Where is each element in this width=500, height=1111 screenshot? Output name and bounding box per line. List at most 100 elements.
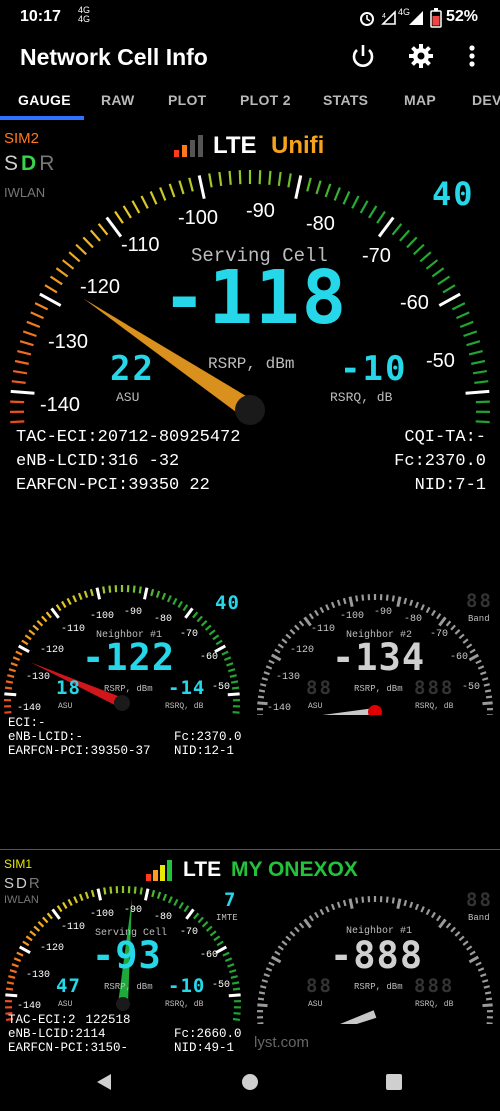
gauge-tick	[477, 665, 485, 670]
gauge-tick	[208, 173, 213, 188]
gauge-tick	[68, 251, 81, 263]
more-vert-icon[interactable]	[464, 42, 480, 70]
gauge-tick	[265, 665, 273, 670]
gauge-tick	[325, 604, 330, 611]
gauge-tick	[469, 648, 476, 654]
tab-plot[interactable]: PLOT	[168, 92, 207, 108]
battery-percent: 52%	[446, 8, 479, 25]
gauge-tick	[5, 993, 18, 998]
gauge-tick	[90, 889, 95, 898]
gauge-tick	[14, 359, 29, 365]
gauge-tick	[183, 905, 190, 913]
sim2-cell-info-right: CQI-TA:- Fc:2370.0 NID:7-1	[394, 426, 486, 498]
gauge-tick	[51, 908, 61, 920]
sim2-cell-info-left: TAC-ECI:20712-80925472 eNB-LCID:316 -32 …	[16, 426, 240, 498]
band-badge: 88	[466, 889, 493, 911]
asu-value: 88	[306, 677, 333, 699]
tick-label: -90	[246, 200, 275, 222]
gauge-tick	[368, 205, 378, 219]
gauge-tick	[133, 886, 137, 894]
tick-label: -60	[200, 950, 219, 961]
rsrq-value: 888	[414, 677, 455, 699]
tick-label: -70	[362, 245, 391, 267]
gauge-tick	[156, 891, 162, 899]
back-icon[interactable]	[94, 1072, 114, 1092]
tac-eci: TAC-ECI:20712-80925472	[16, 428, 241, 447]
gauge-tick	[391, 897, 395, 904]
network-type-icon: 4G 4G	[78, 5, 91, 24]
gauge-tick	[230, 680, 239, 684]
tab-gauge[interactable]: GAUGE	[18, 92, 71, 108]
gauge-tick	[263, 671, 270, 676]
gauge-tick	[159, 187, 167, 201]
gauge-tick	[376, 210, 386, 224]
gauge-tick	[205, 925, 213, 932]
gauge-tick	[17, 644, 30, 654]
tab-dev[interactable]: DEV	[472, 92, 500, 108]
status-time: 10:17	[20, 8, 61, 25]
tick-label: -110	[121, 234, 160, 256]
gauge-tick	[238, 170, 242, 185]
gauge-tick	[285, 633, 292, 640]
tab-map[interactable]: MAP	[404, 92, 436, 108]
gauge-tick	[303, 918, 312, 929]
settings-icon[interactable]	[407, 42, 435, 70]
gauge-tick	[396, 898, 402, 909]
rsrp-unit: RSRP, dBm	[354, 982, 403, 992]
gauge-tick	[114, 210, 124, 224]
tab-raw[interactable]: RAW	[101, 92, 135, 108]
band-label: Band	[468, 614, 490, 624]
rsrq-value: 888	[414, 975, 455, 997]
gauge-tick	[213, 935, 221, 942]
gauge-tick	[483, 985, 490, 989]
tab-plot-2[interactable]: PLOT 2	[240, 92, 291, 108]
gauge-tick	[468, 653, 480, 662]
gauge-tick	[475, 659, 482, 665]
power-icon[interactable]	[349, 42, 377, 70]
gauge-tick	[39, 292, 62, 307]
asu-value: 88	[306, 975, 333, 997]
gauge-tick	[474, 380, 489, 384]
gauge-tick	[140, 195, 149, 209]
gauge-tick	[25, 935, 33, 942]
gauge-tick	[216, 940, 224, 947]
gauge-tick	[7, 674, 15, 678]
gauge-tick	[32, 624, 40, 631]
tick-label: -50	[212, 682, 231, 693]
gauge-tick	[18, 945, 31, 955]
gauge-tick	[233, 1012, 241, 1015]
gauge-tick	[30, 311, 44, 320]
asu-value: 22	[110, 349, 155, 389]
gauge-tick	[469, 950, 476, 956]
tick-label: -130	[276, 672, 301, 683]
gauge-tick	[481, 677, 489, 681]
gauge-tick	[224, 957, 233, 963]
tab-stats[interactable]: STATS	[323, 92, 368, 108]
gauge-tick	[481, 979, 489, 983]
gauge-tick	[83, 590, 89, 598]
tick-label: -50	[462, 682, 481, 693]
gauge-tick	[182, 604, 189, 612]
recents-icon[interactable]	[385, 1073, 403, 1091]
gauge-tick	[42, 916, 49, 924]
gauge-tick	[436, 613, 442, 620]
gauge-tick	[109, 886, 113, 894]
gauge-tick	[277, 945, 284, 951]
gauge-tick	[348, 898, 354, 909]
sim1-info-right: Fc:2660.0 NID:49-1	[174, 1027, 242, 1055]
tick-label: -140	[17, 703, 42, 714]
rsrp-value: -888	[330, 934, 424, 977]
gauge-tick	[462, 940, 469, 946]
gauge-tick	[463, 330, 478, 338]
gauge-tick	[105, 216, 123, 238]
gauge-tick	[281, 940, 288, 946]
gauge-tick	[21, 639, 29, 646]
gauge-tick	[122, 205, 132, 219]
gauge-tick	[212, 634, 220, 641]
gauge-tick	[287, 173, 292, 188]
gauge-tick	[257, 701, 268, 706]
gauge-tick	[10, 389, 35, 395]
gauge-tick	[196, 615, 203, 623]
gauge-tick	[167, 896, 173, 904]
home-icon[interactable]	[240, 1072, 260, 1092]
